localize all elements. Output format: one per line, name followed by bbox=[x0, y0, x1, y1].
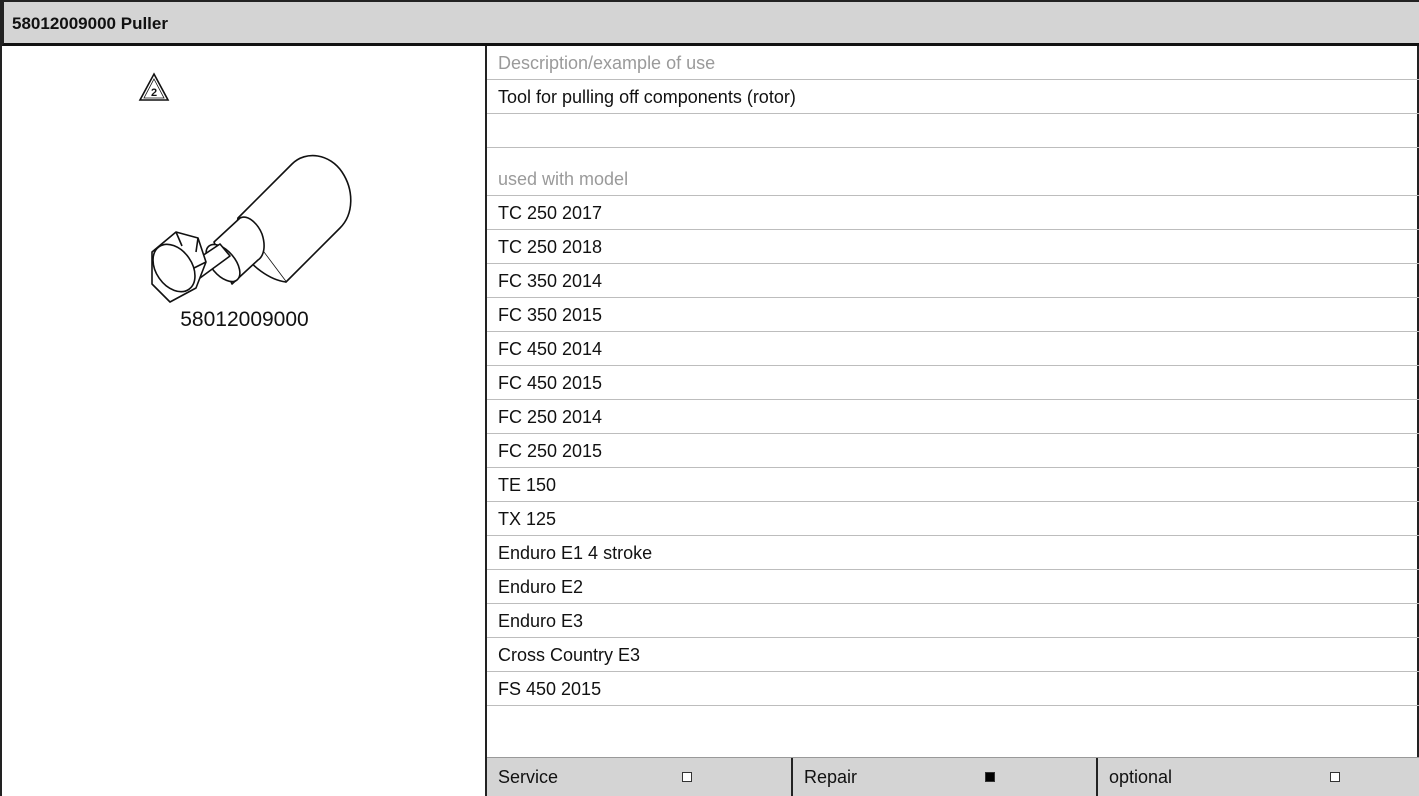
repair-cell: Repair bbox=[791, 758, 1096, 796]
model-row: Enduro E2 bbox=[487, 570, 1419, 604]
model-row: FC 250 2015 bbox=[487, 434, 1419, 468]
optional-checkbox[interactable] bbox=[1330, 772, 1340, 782]
service-checkbox[interactable] bbox=[682, 772, 692, 782]
model-row: FC 450 2015 bbox=[487, 366, 1419, 400]
optional-cell: optional bbox=[1096, 758, 1419, 796]
usage-category-bar: Service Repair optional bbox=[487, 757, 1419, 796]
repair-checkbox[interactable] bbox=[985, 772, 995, 782]
model-row: TE 150 bbox=[487, 468, 1419, 502]
model-row: Enduro E3 bbox=[487, 604, 1419, 638]
title-bar: 58012009000 Puller bbox=[2, 0, 1419, 46]
optional-label: optional bbox=[1109, 767, 1173, 787]
tool-part-number: 58012009000 bbox=[180, 308, 309, 331]
description-text: Tool for pulling off components (rotor) bbox=[487, 80, 1419, 114]
model-row: Enduro E1 4 stroke bbox=[487, 536, 1419, 570]
service-cell: Service bbox=[487, 758, 791, 796]
repair-label: Repair bbox=[804, 767, 858, 787]
tool-sheet: 58012009000 Puller 2 58012009000 Descrip… bbox=[0, 0, 1419, 796]
service-label: Service bbox=[498, 767, 559, 787]
warning-number: 2 bbox=[151, 87, 157, 99]
model-row: TX 125 bbox=[487, 502, 1419, 536]
model-row: FC 350 2015 bbox=[487, 298, 1419, 332]
tool-image-panel: 2 58012009000 bbox=[2, 46, 487, 796]
model-row: FC 350 2014 bbox=[487, 264, 1419, 298]
model-row: Cross Country E3 bbox=[487, 638, 1419, 672]
warning-triangle-icon: 2 bbox=[138, 72, 170, 101]
model-row: FC 250 2014 bbox=[487, 400, 1419, 434]
puller-tool-icon bbox=[151, 154, 352, 303]
model-row: TC 250 2017 bbox=[487, 196, 1419, 230]
model-row: FS 450 2015 bbox=[487, 672, 1419, 706]
model-row: FC 450 2014 bbox=[487, 332, 1419, 366]
model-row: TC 250 2018 bbox=[487, 230, 1419, 264]
models-label: used with model bbox=[487, 162, 1419, 196]
description-label: Description/example of use bbox=[487, 46, 1419, 80]
page-title: 58012009000 Puller bbox=[12, 14, 168, 33]
tool-details: Description/example of use Tool for pull… bbox=[487, 46, 1419, 796]
spacer-row bbox=[487, 114, 1419, 148]
